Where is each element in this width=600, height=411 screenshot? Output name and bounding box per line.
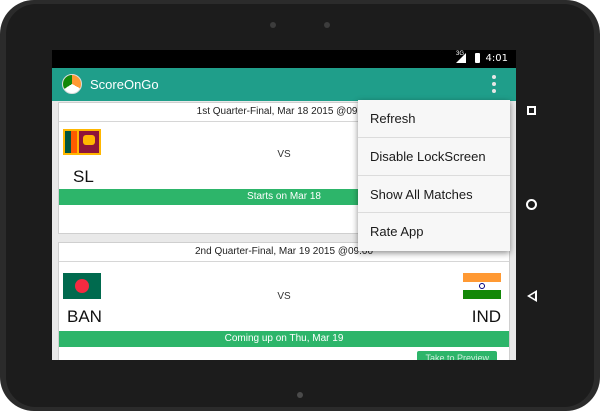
home-icon[interactable] [526,199,537,210]
tablet-frame: 3G 4:01 ScoreOnGo 1st Quarter-Final, Mar… [0,0,600,411]
menu-item-disable-lockscreen[interactable]: Disable LockScreen [358,138,510,176]
overflow-menu-icon[interactable] [492,75,496,93]
team-1-name: BAN [67,307,102,326]
hardware-home-dot [297,392,303,398]
app-title: ScoreOnGo [90,77,159,92]
match-status-bar: Coming up on Thu, Mar 19 [59,331,509,347]
preview-button[interactable]: Take to Preview [417,351,497,360]
camera-icon [270,22,276,28]
recent-apps-icon[interactable] [527,106,536,115]
overflow-menu: Refresh Disable LockScreen Show All Matc… [358,100,510,251]
back-icon[interactable] [527,290,537,302]
signal-icon [456,53,466,63]
team-1-name: SL [73,167,94,186]
nav-bar [516,50,548,360]
team-2-name: IND [471,307,501,326]
menu-item-rate-app[interactable]: Rate App [358,213,510,251]
app-logo-icon [62,74,82,94]
vs-label: VS [277,291,291,302]
match-card-2[interactable]: 2nd Quarter-Final, Mar 19 2015 @09:00 VS… [58,242,510,360]
menu-item-refresh[interactable]: Refresh [358,100,510,138]
status-bar: 3G 4:01 [52,50,516,68]
sensor-icon [324,22,330,28]
menu-item-show-all-matches[interactable]: Show All Matches [358,176,510,214]
battery-icon [475,53,480,63]
app-bar: ScoreOnGo [52,68,516,101]
clock: 4:01 [485,53,508,64]
screen: 3G 4:01 ScoreOnGo 1st Quarter-Final, Mar… [52,50,516,360]
